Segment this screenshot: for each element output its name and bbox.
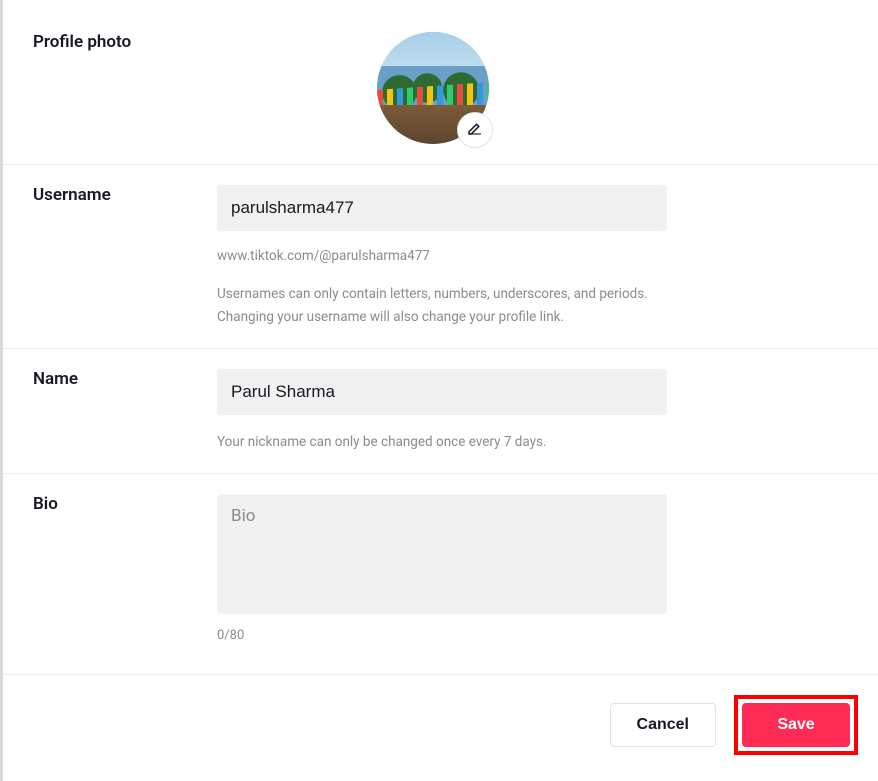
cancel-button[interactable]: Cancel <box>610 703 716 747</box>
name-label: Name <box>33 369 217 453</box>
username-helper-text: Usernames can only contain letters, numb… <box>217 283 667 328</box>
username-url-text: www.tiktok.com/@parulsharma477 <box>217 245 667 267</box>
edit-icon <box>466 119 484 141</box>
name-input[interactable] <box>217 369 667 415</box>
edit-profile-modal: Profile photo <box>0 0 878 781</box>
section-name: Name Your nickname can only be changed o… <box>3 349 878 474</box>
username-input[interactable] <box>217 185 667 231</box>
section-bio: Bio 0/80 <box>3 474 878 663</box>
bio-textarea[interactable] <box>217 494 667 614</box>
save-highlight-box: Save <box>734 695 858 755</box>
section-profile-photo: Profile photo <box>3 0 878 165</box>
avatar-container <box>377 32 489 144</box>
name-helper-text: Your nickname can only be changed once e… <box>217 431 667 453</box>
bio-char-count: 0/80 <box>217 628 848 643</box>
modal-footer: Cancel Save <box>3 674 878 781</box>
section-username: Username www.tiktok.com/@parulsharma477 … <box>3 165 878 349</box>
bio-label: Bio <box>33 494 217 643</box>
save-button[interactable]: Save <box>742 703 850 747</box>
username-label: Username <box>33 185 217 328</box>
profile-photo-content <box>217 32 848 144</box>
profile-photo-label: Profile photo <box>33 32 217 144</box>
edit-avatar-button[interactable] <box>457 112 493 148</box>
